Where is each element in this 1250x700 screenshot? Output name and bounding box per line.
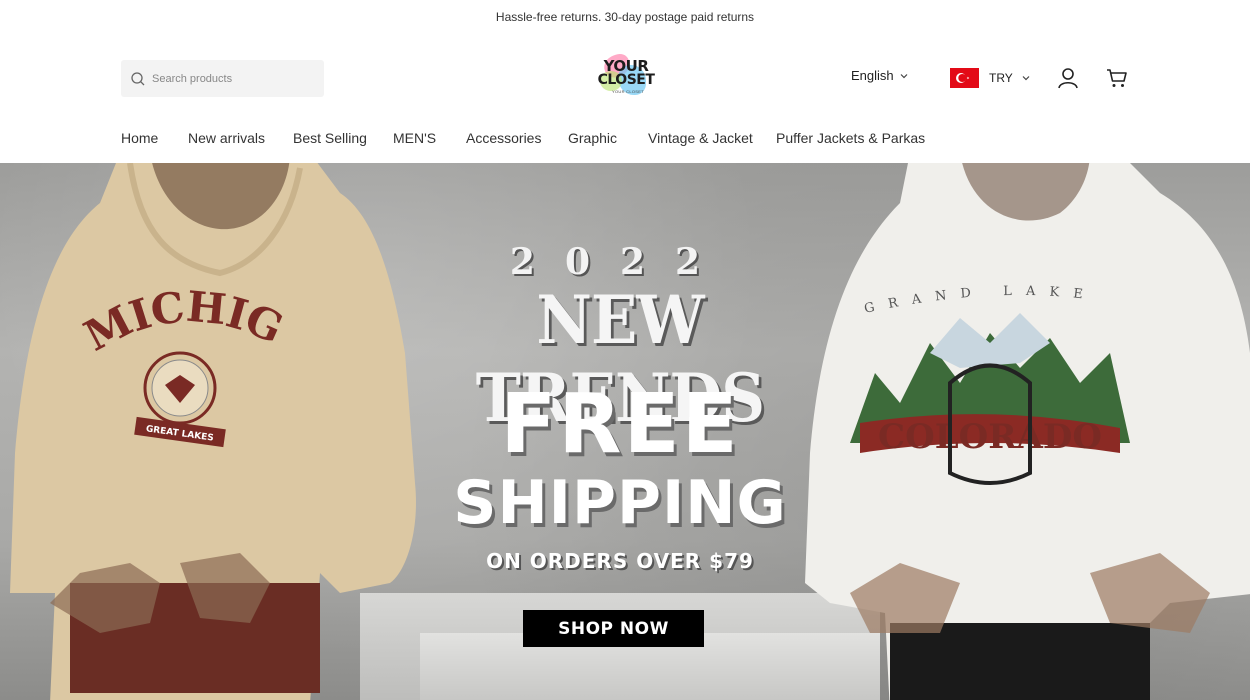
language-label: English: [851, 68, 894, 83]
currency-selector[interactable]: TRY: [950, 68, 1030, 88]
chevron-down-icon: [900, 73, 908, 78]
site-header: YOUR CLOSET YOUR CLOSET English TRY: [0, 34, 1250, 120]
nav-item-graphic[interactable]: Graphic: [568, 130, 617, 146]
main-navigation: Home New arrivals Best Selling MEN'S Acc…: [0, 120, 1250, 163]
cart-button[interactable]: [1104, 65, 1130, 91]
cart-icon: [1107, 69, 1127, 87]
hero-shipping-text: SHIPPING: [453, 468, 787, 538]
nav-item-accessories[interactable]: Accessories: [466, 130, 541, 146]
search-box[interactable]: [121, 60, 324, 97]
language-selector[interactable]: English: [851, 68, 908, 83]
nav-item-new-arrivals[interactable]: New arrivals: [188, 130, 265, 146]
white-hoodie-model-image: GRAND LAKE COLORADO: [805, 163, 1250, 700]
turkey-flag-icon: [950, 68, 979, 88]
shop-now-button[interactable]: SHOP NOW: [523, 610, 704, 647]
search-input[interactable]: [152, 72, 312, 85]
hero-banner[interactable]: MICHIGAN GREAT LAKES GRAND LAKE COLORADO…: [0, 163, 1250, 700]
nav-item-vintage-jacket[interactable]: Vintage & Jacket: [648, 130, 753, 146]
chevron-down-icon: [1022, 76, 1030, 81]
hero-year: 2022: [509, 241, 731, 283]
user-icon: [1058, 68, 1078, 89]
colorado-print-text: COLORADO: [878, 417, 1102, 457]
hero-free-text: FREE: [500, 377, 740, 472]
announcement-text: Hassle-free returns. 30-day postage paid…: [495, 10, 755, 24]
nav-item-home[interactable]: Home: [121, 130, 158, 146]
hero-subline: ON ORDERS OVER $79: [486, 549, 754, 573]
search-icon[interactable]: [130, 71, 146, 87]
announcement-bar: Hassle-free returns. 30-day postage paid…: [0, 0, 1250, 34]
currency-label: TRY: [989, 71, 1013, 85]
nav-item-best-selling[interactable]: Best Selling: [293, 130, 367, 146]
logo-text-bottom: CLOSET: [597, 72, 655, 88]
beige-hoodie-model-image: MICHIGAN GREAT LAKES: [10, 163, 416, 700]
nav-item-mens[interactable]: MEN'S: [393, 130, 436, 146]
user-account-button[interactable]: [1055, 65, 1081, 91]
nav-item-puffer-jackets[interactable]: Puffer Jackets & Parkas: [776, 130, 925, 146]
site-logo[interactable]: YOUR CLOSET YOUR CLOSET: [590, 51, 662, 105]
logo-tagline: YOUR CLOSET: [612, 89, 644, 94]
